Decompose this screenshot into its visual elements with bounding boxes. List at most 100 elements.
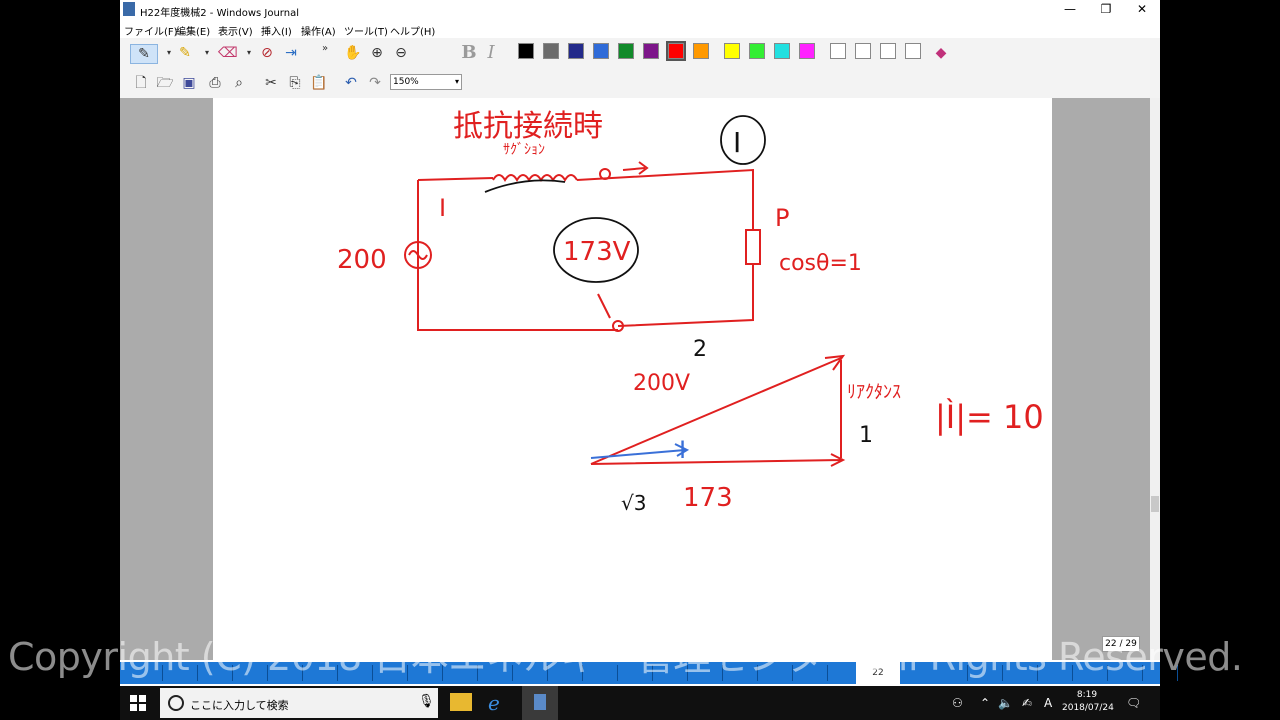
inductor-underline [484,179,566,193]
restore-button[interactable]: ❐ [1088,0,1124,20]
color-swatch[interactable] [724,43,740,59]
color-swatch[interactable] [880,43,896,59]
color-picker-icon[interactable]: ◆ [932,44,950,62]
copy-icon[interactable]: ⎘ [286,74,304,92]
color-swatch[interactable] [905,43,921,59]
menu-file[interactable]: ファイル(F) [124,23,178,38]
minimize-button[interactable]: — [1052,0,1088,20]
color-swatch[interactable] [593,43,609,59]
notification-icon[interactable]: 🗨 [1126,696,1141,710]
color-swatch[interactable] [855,43,871,59]
eraser-icon[interactable]: ⌫ [218,44,238,62]
ime-indicator[interactable]: A [1044,696,1052,710]
zoom-in-icon[interactable]: ⊕ [368,44,386,62]
search-placeholder: ここに入力して検索 [190,699,289,712]
menu-actions[interactable]: 操作(A) [301,23,336,38]
load-label: P [775,204,789,232]
menu-view[interactable]: 表示(V) [218,23,253,38]
cortana-icon [168,695,184,711]
note-page[interactable]: 抵抗接続時 ｻｸﾞｼｮﾝ I I 200 173V P cosθ=1 2 200… [213,98,1052,660]
current-label: I [733,126,741,159]
find-icon[interactable]: ⌕ [230,74,248,92]
color-swatch[interactable] [618,43,634,59]
journal-taskbar-icon [534,694,546,710]
triangle-vertical-label: ﾘｱｸﾀﾝｽ [847,382,901,403]
highlighter-icon[interactable]: ✎ [176,44,194,62]
journal-window: H22年度機械2 - Windows Journal — ❐ ✕ ファイル(F)… [120,0,1178,690]
clock-date: 2018/07/24 [1062,703,1114,713]
clock-time: 8:19 [1076,690,1098,700]
vertical-scrollbar[interactable] [1150,98,1160,660]
lasso-icon[interactable]: ⊘ [258,44,276,62]
color-swatch[interactable] [693,43,709,59]
menu-edit[interactable]: 編集(E) [176,23,210,38]
edge-icon[interactable]: e [488,691,500,715]
taskbar: ここに入力して検索 🎙 e ⚇ ⌃ 🔈 ✍ A 8:19 2018/07/24 … [120,686,1160,720]
triangle-vertical-value: 1 [859,423,873,448]
menu-bar: ファイル(F) 編集(E) 表示(V) 挿入(I) 操作(A) ツール(T) ヘ… [120,20,1160,38]
volume-icon[interactable]: 🔈 [998,696,1013,710]
color-swatch[interactable] [568,43,584,59]
eraser-dropdown-icon[interactable]: ▾ [240,44,258,62]
more-tools-icon[interactable]: » [316,40,334,58]
menu-insert[interactable]: 挿入(I) [261,23,292,38]
taskbar-search[interactable]: ここに入力して検索 🎙 [160,688,438,718]
circuit-wire-top-left [417,177,494,181]
tray-expand-icon[interactable]: ⌃ [980,696,990,710]
insert-space-icon[interactable]: ⇥ [282,44,300,62]
standard-toolbar: 🗋 🗁 ▣ ⎙ ⌕ ✂ ⎘ 📋 ↶ ↷ 150% ▾ [120,68,1160,99]
paste-icon[interactable]: 📋 [310,74,328,92]
cut-icon[interactable]: ✂ [262,74,280,92]
color-swatch[interactable] [666,41,686,61]
close-button[interactable]: ✕ [1124,0,1160,20]
pen-tray-icon[interactable]: ✍ [1022,696,1032,710]
equation-text: |Ì|= 10 [935,398,1044,436]
triangle-current-label: I [679,436,686,464]
save-icon[interactable]: ▣ [180,74,198,92]
color-swatch[interactable] [543,43,559,59]
color-swatch[interactable] [643,43,659,59]
copyright-watermark: Copyright (C) 2018 日本エネルギー管理センター All Rig… [8,635,1243,679]
microphone-icon[interactable]: 🎙 [418,694,435,709]
color-swatch[interactable] [749,43,765,59]
file-explorer-icon[interactable] [450,693,472,711]
bold-button[interactable]: B [460,44,478,62]
highlighter-dropdown-icon[interactable]: ▾ [198,44,216,62]
menu-help[interactable]: ヘルプ(H) [390,23,435,38]
taskbar-clock[interactable]: 8:19 2018/07/24 [1062,689,1114,715]
italic-button[interactable]: I [482,44,500,62]
current-vector [590,443,690,459]
color-swatch[interactable] [799,43,815,59]
voltmeter-lead [597,293,611,319]
journal-taskbar-button[interactable] [522,686,558,720]
chevron-down-icon: ▾ [454,77,459,86]
windows-start-icon[interactable] [130,695,146,711]
color-swatch[interactable] [518,43,534,59]
heading-text: 抵抗接続時 [453,109,603,144]
power-factor-label: cosθ=1 [779,251,862,276]
inductor-coil [492,174,578,182]
redo-icon[interactable]: ↷ [366,74,384,92]
people-icon[interactable]: ⚇ [952,696,963,710]
scrollbar-thumb[interactable] [1151,496,1159,512]
triangle-base [590,453,846,467]
zoom-out-icon[interactable]: ⊖ [392,44,410,62]
pen-icon[interactable]: ✎ [130,44,158,64]
zoom-value: 150% [393,77,419,87]
color-swatch[interactable] [774,43,790,59]
menu-tools[interactable]: ツール(T) [344,23,388,38]
undo-icon[interactable]: ↶ [342,74,360,92]
title-bar: H22年度機械2 - Windows Journal — ❐ ✕ [120,0,1160,20]
handwritten-notes: 抵抗接続時 ｻｸﾞｼｮﾝ I I 200 173V P cosθ=1 2 200… [337,109,1044,515]
pen-toolbar: ✎ ▾ ✎ ▾ ⌫ ▾ ⊘ ⇥ » ✋ ⊕ ⊖ B I ◆ [120,38,1160,69]
resistor-symbol [745,229,761,265]
new-note-icon[interactable]: 🗋 [132,74,150,92]
triangle-base-label: 173 [683,483,733,513]
current-marker: I [439,194,446,222]
pan-icon[interactable]: ✋ [344,44,362,62]
voltmeter-label: 173V [563,237,631,267]
color-swatch[interactable] [830,43,846,59]
zoom-select[interactable]: 150% ▾ [390,74,462,90]
open-icon[interactable]: 🗁 [156,74,174,92]
print-icon[interactable]: ⎙ [206,74,224,92]
